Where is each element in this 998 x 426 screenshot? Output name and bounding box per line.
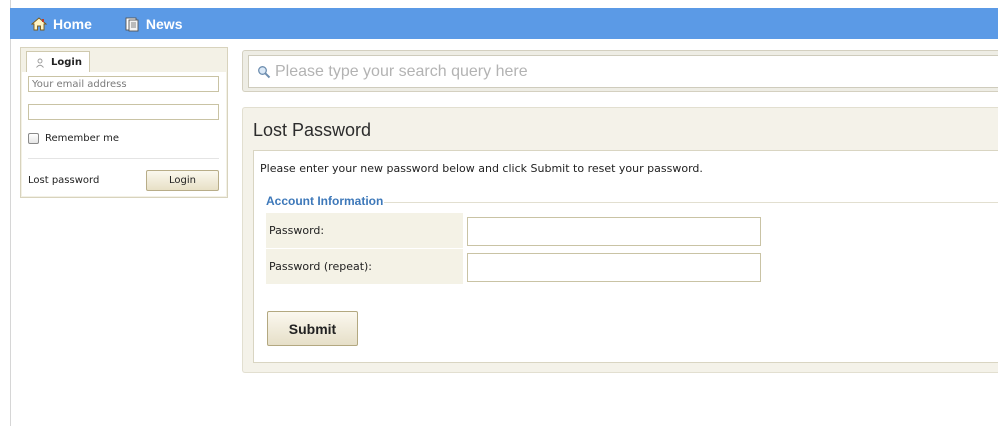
- password-field[interactable]: [28, 104, 219, 120]
- search-box: [242, 50, 998, 92]
- login-button[interactable]: Login: [146, 170, 219, 191]
- search-input[interactable]: [275, 62, 875, 81]
- login-form: Remember me Lost password Login: [22, 72, 226, 196]
- password-label: Password:: [266, 213, 463, 248]
- lost-password-form: Please enter your new password below and…: [253, 150, 998, 363]
- email-field[interactable]: [28, 76, 219, 92]
- user-icon: [35, 58, 45, 68]
- login-divider: [28, 158, 219, 159]
- lost-password-link[interactable]: Lost password: [28, 175, 99, 186]
- intro-text: Please enter your new password below and…: [260, 162, 703, 175]
- tab-login[interactable]: Login: [26, 51, 90, 73]
- nav-home-label: Home: [53, 15, 92, 32]
- search-field-wrapper: [248, 55, 998, 88]
- nav-news-link[interactable]: News: [124, 15, 183, 32]
- login-box: Login Remember me Lost password Login: [20, 47, 228, 198]
- nav-home-link[interactable]: Home: [31, 16, 92, 32]
- search-icon: [257, 65, 271, 79]
- top-nav-bar: Home News: [10, 8, 998, 39]
- submit-button[interactable]: Submit: [267, 311, 358, 346]
- fieldset-divider: [384, 202, 998, 203]
- remember-me-label: Remember me: [45, 133, 119, 144]
- nav-news-label: News: [145, 15, 183, 32]
- tab-login-label: Login: [51, 57, 82, 68]
- home-icon: [31, 16, 47, 32]
- remember-me-checkbox[interactable]: [28, 133, 39, 144]
- remember-me-option[interactable]: Remember me: [28, 133, 119, 144]
- page-title: Lost Password: [253, 120, 372, 140]
- page-left-border: [10, 0, 11, 426]
- fieldset-legend: Account Information: [266, 194, 384, 208]
- news-icon: [124, 16, 140, 32]
- repeat-password-field[interactable]: [467, 253, 761, 282]
- lost-password-panel: Lost Password Please enter your new pass…: [242, 107, 998, 373]
- new-password-field[interactable]: [467, 217, 761, 246]
- password-repeat-label: Password (repeat):: [266, 249, 463, 284]
